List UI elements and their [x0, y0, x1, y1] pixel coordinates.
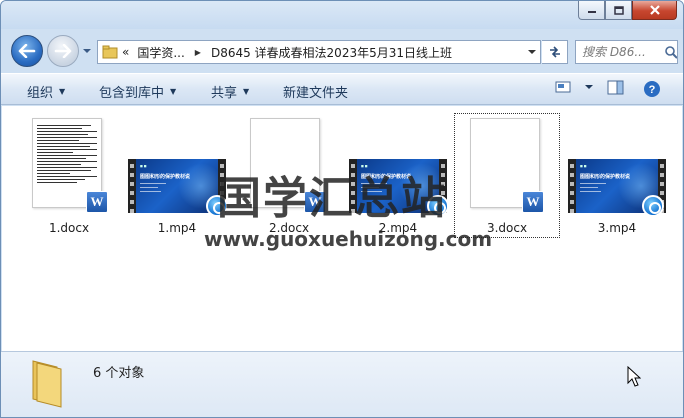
chevron-right-icon[interactable]: ▶	[189, 48, 207, 57]
caret-down-icon: ▼	[59, 87, 66, 96]
new-folder-label: 新建文件夹	[283, 86, 349, 101]
file-name: 3.mp4	[597, 221, 637, 235]
organize-label: 组织	[27, 86, 54, 101]
search-icon[interactable]	[664, 45, 677, 59]
film-strip	[128, 159, 136, 213]
command-bar: 组织 ▼ 包含到库中 ▼ 共享 ▼ 新建文件夹 ?	[1, 73, 683, 105]
document-text-preview	[37, 125, 97, 185]
address-segment-current[interactable]: D8645 详春成春相法2023年5月31日线上班	[207, 41, 456, 63]
file-item-3-docx[interactable]: W 3.docx	[454, 113, 560, 238]
word-icon: W	[86, 191, 108, 213]
folder-icon	[32, 360, 62, 408]
search-input[interactable]	[582, 45, 662, 59]
address-dropdown[interactable]	[522, 41, 540, 63]
share-label: 共享	[211, 86, 238, 101]
arrow-left-icon	[18, 44, 36, 58]
media-player-icon	[642, 195, 664, 217]
folder-icon	[102, 45, 118, 59]
item-count: 6 个对象	[93, 366, 145, 381]
navigation-bar: « 国学资... ▶ D8645 详春成春相法2023年5月31日线上班	[1, 29, 683, 73]
help-button[interactable]: ?	[643, 80, 661, 98]
file-name: 1.docx	[48, 221, 90, 235]
file-item-1-mp4[interactable]: ■ ■ 图图和形的保护教材说 1.mp4	[122, 111, 232, 239]
help-icon: ?	[644, 81, 660, 97]
video-frame-title: 图图和形的保护教材说	[580, 174, 631, 180]
arrow-right-icon	[54, 44, 72, 58]
preview-pane-button[interactable]	[607, 80, 625, 96]
file-item-1-docx[interactable]: W 1.docx	[14, 111, 124, 239]
watermark-text: 国学汇总站	[217, 173, 447, 224]
address-segment-parent[interactable]: 国学资...	[133, 41, 188, 63]
recent-pages-dropdown[interactable]	[81, 45, 93, 57]
film-strip	[568, 159, 576, 213]
video-frame-title: 图图和形的保护教材说	[140, 174, 191, 180]
details-pane: 6 个对象	[1, 351, 683, 417]
file-item-3-mp4[interactable]: ■ ■ 图图和形的保护教材说 3.mp4	[562, 111, 672, 239]
organize-menu[interactable]: 组织 ▼	[27, 82, 65, 101]
minimize-button[interactable]	[578, 1, 605, 20]
caret-down-icon	[585, 85, 593, 89]
close-icon	[649, 5, 660, 15]
mouse-cursor-icon	[627, 366, 641, 387]
refresh-button[interactable]	[542, 40, 568, 64]
maximize-button[interactable]	[605, 1, 632, 20]
include-in-library-menu[interactable]: 包含到库中 ▼	[99, 82, 176, 101]
address-overflow[interactable]: «	[118, 41, 133, 63]
include-in-library-label: 包含到库中	[99, 86, 165, 101]
title-bar	[1, 1, 683, 29]
caption-buttons	[578, 1, 677, 20]
svg-text:?: ?	[649, 84, 656, 96]
caret-down-icon: ▼	[170, 87, 177, 96]
watermark-url: www.guoxuehuizong.com	[204, 227, 493, 251]
word-icon: W	[522, 191, 544, 213]
forward-button[interactable]	[47, 35, 79, 67]
new-folder-button[interactable]: 新建文件夹	[283, 82, 348, 101]
explorer-window: « 国学资... ▶ D8645 详春成春相法2023年5月31日线上班 组织 …	[0, 0, 684, 418]
back-button[interactable]	[11, 35, 43, 67]
search-box[interactable]	[575, 40, 678, 64]
maximize-icon	[613, 5, 624, 15]
minimize-icon	[587, 11, 596, 13]
view-options[interactable]	[555, 80, 595, 94]
address-bar[interactable]: « 国学资... ▶ D8645 详春成春相法2023年5月31日线上班	[97, 40, 541, 64]
share-menu[interactable]: 共享 ▼	[211, 82, 249, 101]
close-button[interactable]	[632, 1, 677, 20]
caret-down-icon: ▼	[243, 87, 250, 96]
refresh-icon	[549, 46, 560, 58]
chevron-down-icon	[527, 50, 536, 54]
preview-pane-icon	[607, 80, 624, 95]
view-icon	[555, 81, 571, 93]
